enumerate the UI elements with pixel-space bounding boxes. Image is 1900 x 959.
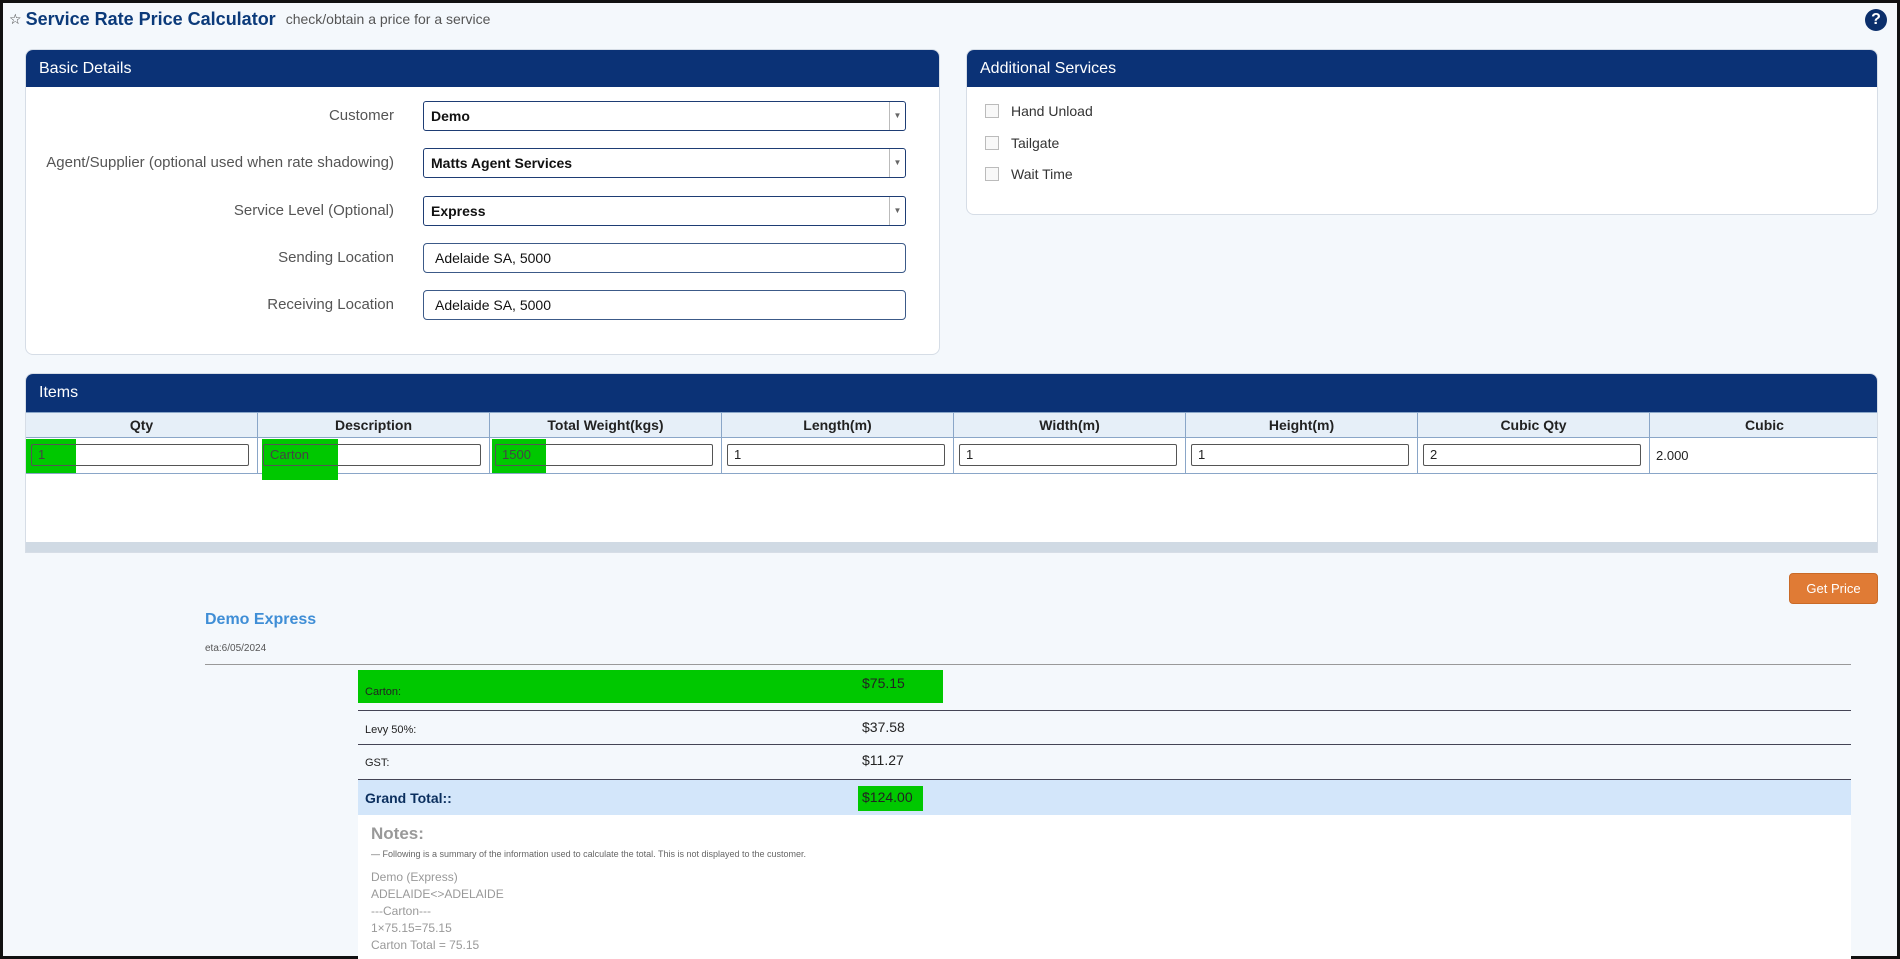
- customer-label: Customer: [328, 107, 394, 124]
- result-eta: eta:6/05/2024: [205, 643, 267, 654]
- price-value: $75.15: [862, 675, 905, 691]
- help-icon[interactable]: ?: [1865, 9, 1887, 31]
- price-label: GST:: [365, 757, 390, 769]
- col-length: Length(m): [722, 413, 954, 437]
- col-total-weight: Total Weight(kgs): [490, 413, 722, 437]
- agent-label: Agent/Supplier (optional used when rate …: [46, 154, 394, 171]
- agent-row: Agent/Supplier (optional used when rate …: [26, 148, 939, 178]
- basic-details-panel: Basic Details Customer Demo ▼ Agent/Supp…: [25, 49, 940, 355]
- page-header: ☆ Service Rate Price Calculator check/ob…: [9, 7, 490, 31]
- highlight-box: [358, 670, 943, 703]
- additional-services-title: Additional Services: [967, 50, 1877, 87]
- chevron-down-icon[interactable]: ▼: [889, 197, 905, 225]
- customer-select[interactable]: Demo ▼: [423, 101, 906, 131]
- customer-row: Customer Demo ▼: [26, 101, 939, 131]
- notes-subtitle: — Following is a summary of the informat…: [371, 849, 807, 859]
- agent-value: Matts Agent Services: [431, 155, 573, 171]
- notes-line: Demo (Express): [371, 870, 458, 884]
- notes-line: Carton Total = 75.15: [371, 938, 480, 952]
- tailgate-checkbox[interactable]: Tailgate: [985, 134, 1059, 152]
- weight-input[interactable]: 1500: [495, 444, 713, 466]
- notes-line: ---Carton---: [371, 904, 431, 918]
- agent-select[interactable]: Matts Agent Services ▼: [423, 148, 906, 178]
- checkbox-box[interactable]: [985, 104, 999, 118]
- hand-unload-checkbox[interactable]: Hand Unload: [985, 102, 1093, 120]
- checkbox-box[interactable]: [985, 167, 999, 181]
- col-cubic: Cubic: [1745, 417, 1784, 433]
- sending-location-input[interactable]: Adelaide SA, 5000: [423, 243, 906, 273]
- notes-title: Notes:: [371, 824, 424, 843]
- customer-value: Demo: [431, 108, 470, 124]
- sending-location-label: Sending Location: [278, 249, 394, 266]
- page-title: Service Rate Price Calculator: [25, 8, 276, 29]
- receiving-location-label: Receiving Location: [267, 296, 394, 313]
- wait-time-checkbox[interactable]: Wait Time: [985, 165, 1073, 183]
- table-row: 1 Carton 1500 1 1 1 2 2.000: [26, 438, 1877, 480]
- page-subtitle: check/obtain a price for a service: [285, 11, 491, 27]
- description-input[interactable]: Carton: [263, 444, 481, 466]
- checkbox-box[interactable]: [985, 136, 999, 150]
- hand-unload-label: Hand Unload: [1011, 103, 1093, 119]
- receiving-location-row: Receiving Location Adelaide SA, 5000: [26, 290, 939, 320]
- get-price-button[interactable]: Get Price: [1789, 573, 1878, 604]
- divider: [205, 664, 1851, 665]
- items-title: Items: [26, 374, 1877, 412]
- horizontal-scrollbar[interactable]: [26, 542, 1877, 552]
- grand-total-label: Grand Total::: [365, 790, 452, 806]
- notes-line: 1×75.15=75.15: [371, 921, 452, 935]
- price-row-levy: Levy 50%: $37.58: [358, 711, 1851, 745]
- favorite-star-icon[interactable]: ☆: [9, 11, 22, 28]
- qty-input[interactable]: 1: [31, 444, 249, 466]
- price-row-carton: Carton: $75.15: [358, 666, 1851, 711]
- col-width: Width(m): [954, 413, 1186, 437]
- additional-services-panel: Additional Services Hand Unload Tailgate…: [966, 49, 1878, 215]
- height-input[interactable]: 1: [1191, 444, 1409, 466]
- price-value: $37.58: [862, 719, 905, 735]
- items-panel: Items Qty Description Total Weight(kgs) …: [25, 373, 1878, 553]
- service-level-label: Service Level (Optional): [233, 202, 394, 219]
- notes-line: ADELAIDE<>ADELAIDE: [371, 887, 504, 901]
- basic-details-title: Basic Details: [26, 50, 939, 87]
- length-input[interactable]: 1: [727, 444, 945, 466]
- price-row-gst: GST: $11.27: [358, 745, 1851, 780]
- price-label: Carton:: [365, 686, 402, 698]
- notes-section: Notes: — Following is a summary of the i…: [358, 815, 1851, 959]
- service-level-select[interactable]: Express ▼: [423, 196, 906, 226]
- width-input[interactable]: 1: [959, 444, 1177, 466]
- chevron-down-icon[interactable]: ▼: [889, 149, 905, 177]
- col-height: Height(m): [1186, 413, 1418, 437]
- tailgate-label: Tailgate: [1011, 135, 1060, 151]
- cubic-value: 2.000: [1656, 448, 1689, 463]
- price-value: $11.27: [862, 752, 904, 768]
- price-label: Levy 50%:: [365, 724, 417, 736]
- chevron-down-icon[interactable]: ▼: [889, 102, 905, 130]
- col-cubic-qty: Cubic Qty: [1418, 413, 1650, 437]
- grand-total-row: Grand Total:: $124.00: [358, 780, 1851, 815]
- service-level-row: Service Level (Optional) Express ▼: [26, 196, 939, 226]
- receiving-location-input[interactable]: Adelaide SA, 5000: [423, 290, 906, 320]
- result-title: Demo Express: [205, 611, 317, 628]
- col-description: Description: [258, 413, 490, 437]
- wait-time-label: Wait Time: [1011, 166, 1073, 182]
- sending-location-row: Sending Location Adelaide SA, 5000: [26, 243, 939, 273]
- service-level-value: Express: [431, 203, 486, 219]
- items-table-header: Qty Description Total Weight(kgs) Length…: [26, 412, 1877, 438]
- grand-total-value: $124.00: [862, 789, 913, 805]
- col-qty: Qty: [26, 413, 258, 437]
- cubic-qty-input[interactable]: 2: [1423, 444, 1641, 466]
